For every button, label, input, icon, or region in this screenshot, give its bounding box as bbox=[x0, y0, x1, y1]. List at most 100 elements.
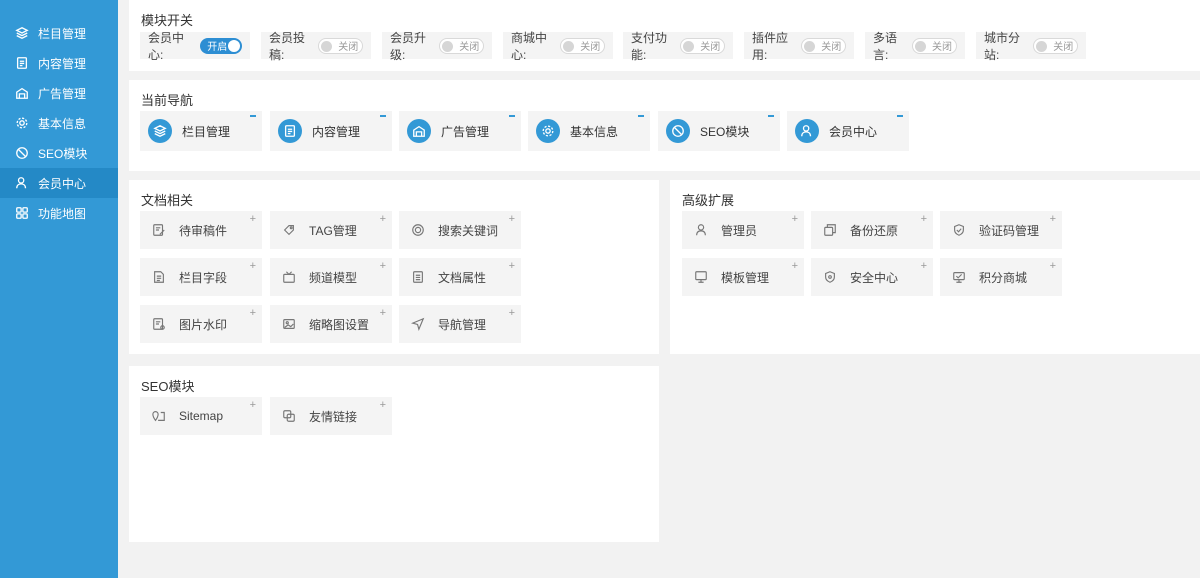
tile-label: 安全中心 bbox=[850, 270, 899, 285]
nav-chip-label: 栏目管理 bbox=[182, 124, 231, 139]
tile-admin[interactable]: 管理员 + bbox=[682, 211, 804, 249]
nav-chip-columns[interactable]: 栏目管理 bbox=[140, 111, 262, 151]
tile-image-watermark[interactable]: 图片水印 + bbox=[140, 305, 262, 343]
add-icon[interactable]: + bbox=[250, 260, 256, 272]
gear-icon bbox=[14, 115, 30, 131]
ad-icon bbox=[407, 119, 431, 143]
tile-sitemap[interactable]: Sitemap + bbox=[140, 397, 262, 435]
member-submit-toggle[interactable]: 关闭 bbox=[318, 37, 363, 54]
tag-icon bbox=[282, 223, 296, 237]
tile-label: 模板管理 bbox=[721, 270, 770, 285]
member-upgrade-toggle[interactable]: 关闭 bbox=[439, 37, 484, 54]
switch-label: 会员升级: bbox=[390, 30, 427, 62]
sidebar-item-ads[interactable]: 广告管理 bbox=[0, 78, 118, 108]
add-icon[interactable]: + bbox=[921, 260, 927, 272]
remove-icon[interactable] bbox=[768, 115, 774, 117]
add-icon[interactable]: + bbox=[250, 399, 256, 411]
remove-icon[interactable] bbox=[250, 115, 256, 117]
tile-thumbnail-settings[interactable]: 缩略图设置 + bbox=[270, 305, 392, 343]
tile-template-manage[interactable]: 模板管理 + bbox=[682, 258, 804, 296]
tile-captcha-manage[interactable]: 验证码管理 + bbox=[940, 211, 1062, 249]
tile-channel-model[interactable]: 频道模型 + bbox=[270, 258, 392, 296]
city-site-toggle[interactable]: 关闭 bbox=[1033, 37, 1078, 54]
tile-navigation-manage[interactable]: 导航管理 + bbox=[399, 305, 521, 343]
tile-label: 图片水印 bbox=[179, 317, 228, 332]
tile-backup-restore[interactable]: 备份还原 + bbox=[811, 211, 933, 249]
panel-title: 模块开关 bbox=[141, 13, 194, 28]
switch-label: 多语言: bbox=[873, 30, 898, 62]
toggle-knob bbox=[563, 40, 575, 52]
switch-payment: 支付功能: 关闭 bbox=[623, 31, 733, 62]
add-icon[interactable]: + bbox=[250, 213, 256, 225]
tile-column-fields[interactable]: 栏目字段 + bbox=[140, 258, 262, 296]
payment-toggle[interactable]: 关闭 bbox=[680, 37, 725, 54]
tile-label: 备份还原 bbox=[850, 223, 899, 238]
plugins-toggle[interactable]: 关闭 bbox=[801, 37, 846, 54]
sidebar-item-function-map[interactable]: 功能地图 bbox=[0, 198, 118, 228]
tile-label: 积分商城 bbox=[979, 270, 1028, 285]
sidebar-item-basic-info[interactable]: 基本信息 bbox=[0, 108, 118, 138]
multilang-toggle[interactable]: 关闭 bbox=[911, 37, 957, 54]
switch-mall-center: 商城中心: 关闭 bbox=[503, 31, 613, 62]
add-icon[interactable]: + bbox=[792, 260, 798, 272]
tile-label: Sitemap bbox=[179, 409, 224, 423]
tile-label: 管理员 bbox=[721, 223, 758, 238]
add-icon[interactable]: + bbox=[250, 307, 256, 319]
toggle-knob bbox=[321, 40, 333, 52]
remove-icon[interactable] bbox=[897, 115, 903, 117]
panel-title: 高级扩展 bbox=[682, 193, 735, 208]
sitemap-icon bbox=[152, 409, 166, 423]
tile-label: 文档属性 bbox=[438, 270, 487, 285]
switch-multilang: 多语言: 关闭 bbox=[865, 31, 965, 62]
nav-chip-seo[interactable]: SEO模块 bbox=[658, 111, 780, 151]
sidebar-item-member[interactable]: 会员中心 bbox=[0, 168, 118, 198]
mall-center-toggle[interactable]: 关闭 bbox=[560, 37, 605, 54]
backup-icon bbox=[823, 223, 837, 237]
tile-tag-manage[interactable]: TAG管理 + bbox=[270, 211, 392, 249]
add-icon[interactable]: + bbox=[792, 213, 798, 225]
sidebar-item-label: 基本信息 bbox=[38, 116, 87, 131]
seo-icon bbox=[666, 119, 690, 143]
tile-pending-drafts[interactable]: 待审稿件 + bbox=[140, 211, 262, 249]
sidebar-item-label: 功能地图 bbox=[38, 206, 87, 221]
admin-icon bbox=[694, 223, 708, 237]
switch-member-upgrade: 会员升级: 关闭 bbox=[382, 31, 492, 62]
add-icon[interactable]: + bbox=[509, 307, 515, 319]
tile-doc-attributes[interactable]: 文档属性 + bbox=[399, 258, 521, 296]
remove-icon[interactable] bbox=[509, 115, 515, 117]
sidebar-item-seo[interactable]: SEO模块 bbox=[0, 138, 118, 168]
tile-search-keywords[interactable]: 搜索关键词 + bbox=[399, 211, 521, 249]
add-icon[interactable]: + bbox=[1050, 260, 1056, 272]
tile-label: 待审稿件 bbox=[179, 223, 228, 238]
nav-chip-member[interactable]: 会员中心 bbox=[787, 111, 909, 151]
remove-icon[interactable] bbox=[638, 115, 644, 117]
switch-label: 会员中心: bbox=[148, 30, 185, 62]
tile-security-center[interactable]: 安全中心 + bbox=[811, 258, 933, 296]
add-icon[interactable]: + bbox=[380, 260, 386, 272]
sidebar-item-columns[interactable]: 栏目管理 bbox=[0, 18, 118, 48]
tile-friend-links[interactable]: 友情链接 + bbox=[270, 397, 392, 435]
nav-chip-basic-info[interactable]: 基本信息 bbox=[528, 111, 650, 151]
add-icon[interactable]: + bbox=[921, 213, 927, 225]
switch-city-site: 城市分站: 关闭 bbox=[976, 31, 1086, 62]
add-icon[interactable]: + bbox=[380, 213, 386, 225]
tile-label: 验证码管理 bbox=[979, 223, 1040, 238]
add-icon[interactable]: + bbox=[380, 307, 386, 319]
sidebar-item-label: 栏目管理 bbox=[38, 26, 87, 41]
remove-icon[interactable] bbox=[380, 115, 386, 117]
member-center-toggle[interactable]: 开启 bbox=[200, 37, 242, 54]
switch-label: 商城中心: bbox=[511, 30, 548, 62]
add-icon[interactable]: + bbox=[1050, 213, 1056, 225]
nav-chip-content[interactable]: 内容管理 bbox=[270, 111, 392, 151]
switch-label: 插件应用: bbox=[752, 30, 789, 62]
panel-title: 文档相关 bbox=[141, 193, 194, 208]
add-icon[interactable]: + bbox=[509, 260, 515, 272]
tile-label: TAG管理 bbox=[309, 223, 357, 238]
sidebar-item-label: SEO模块 bbox=[38, 146, 88, 161]
tile-label: 频道模型 bbox=[309, 270, 358, 285]
add-icon[interactable]: + bbox=[509, 213, 515, 225]
sidebar-item-content[interactable]: 内容管理 bbox=[0, 48, 118, 78]
nav-chip-ads[interactable]: 广告管理 bbox=[399, 111, 521, 151]
add-icon[interactable]: + bbox=[380, 399, 386, 411]
tile-points-mall[interactable]: 积分商城 + bbox=[940, 258, 1062, 296]
